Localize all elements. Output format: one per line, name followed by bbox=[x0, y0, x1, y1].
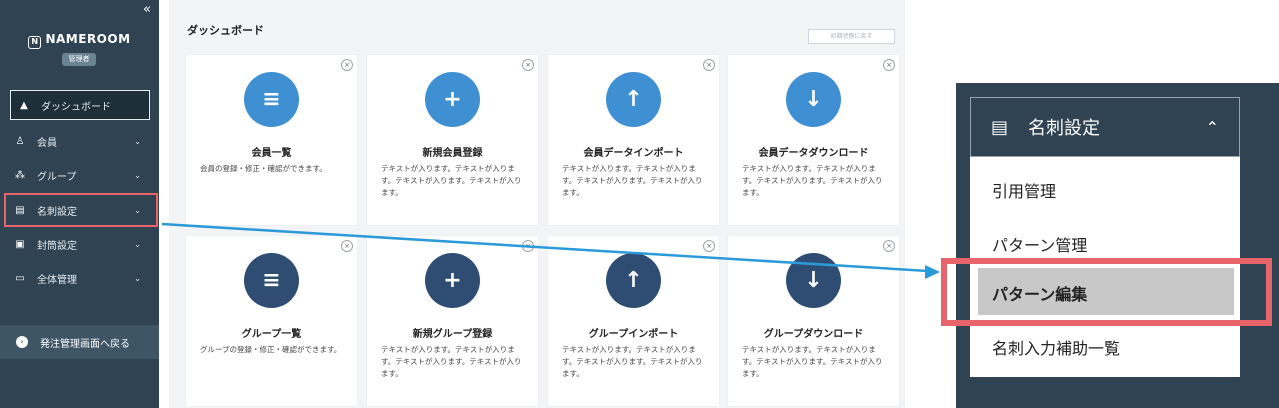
callout-arrow bbox=[161, 222, 940, 279]
